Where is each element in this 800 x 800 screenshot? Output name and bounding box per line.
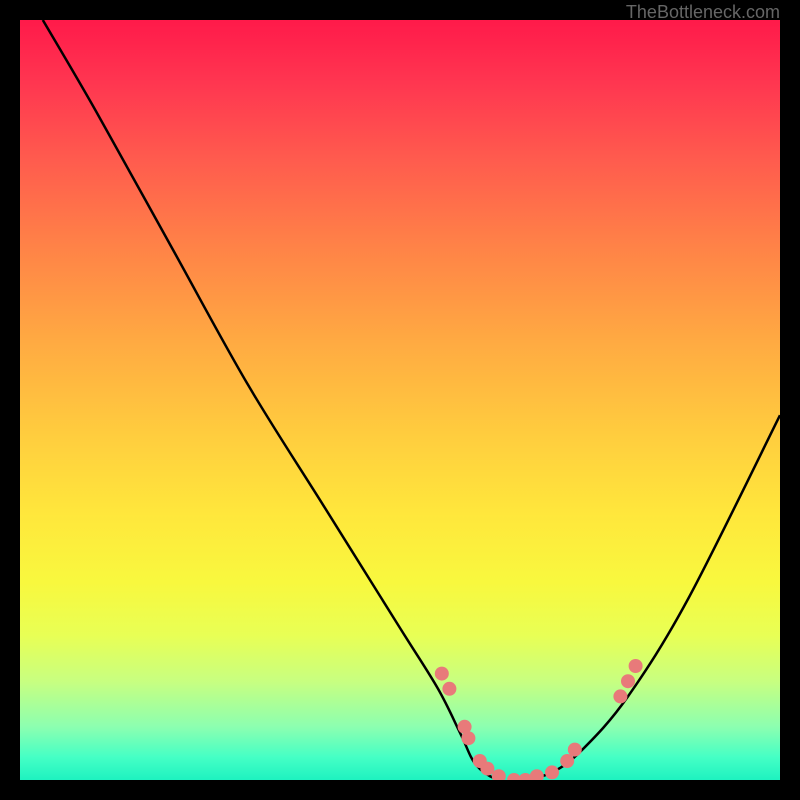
data-marker [621, 674, 635, 688]
chart-svg [20, 20, 780, 780]
data-marker [480, 762, 494, 776]
data-marker [461, 731, 475, 745]
watermark-text: TheBottleneck.com [626, 2, 780, 23]
bottleneck-curve [43, 20, 780, 780]
data-marker [568, 743, 582, 757]
data-marker [629, 659, 643, 673]
chart-container: TheBottleneck.com [0, 0, 800, 800]
data-marker [613, 689, 627, 703]
data-marker [560, 754, 574, 768]
curve-group [43, 20, 780, 780]
data-marker [435, 667, 449, 681]
data-marker [442, 682, 456, 696]
data-marker [530, 769, 544, 780]
data-marker [545, 765, 559, 779]
